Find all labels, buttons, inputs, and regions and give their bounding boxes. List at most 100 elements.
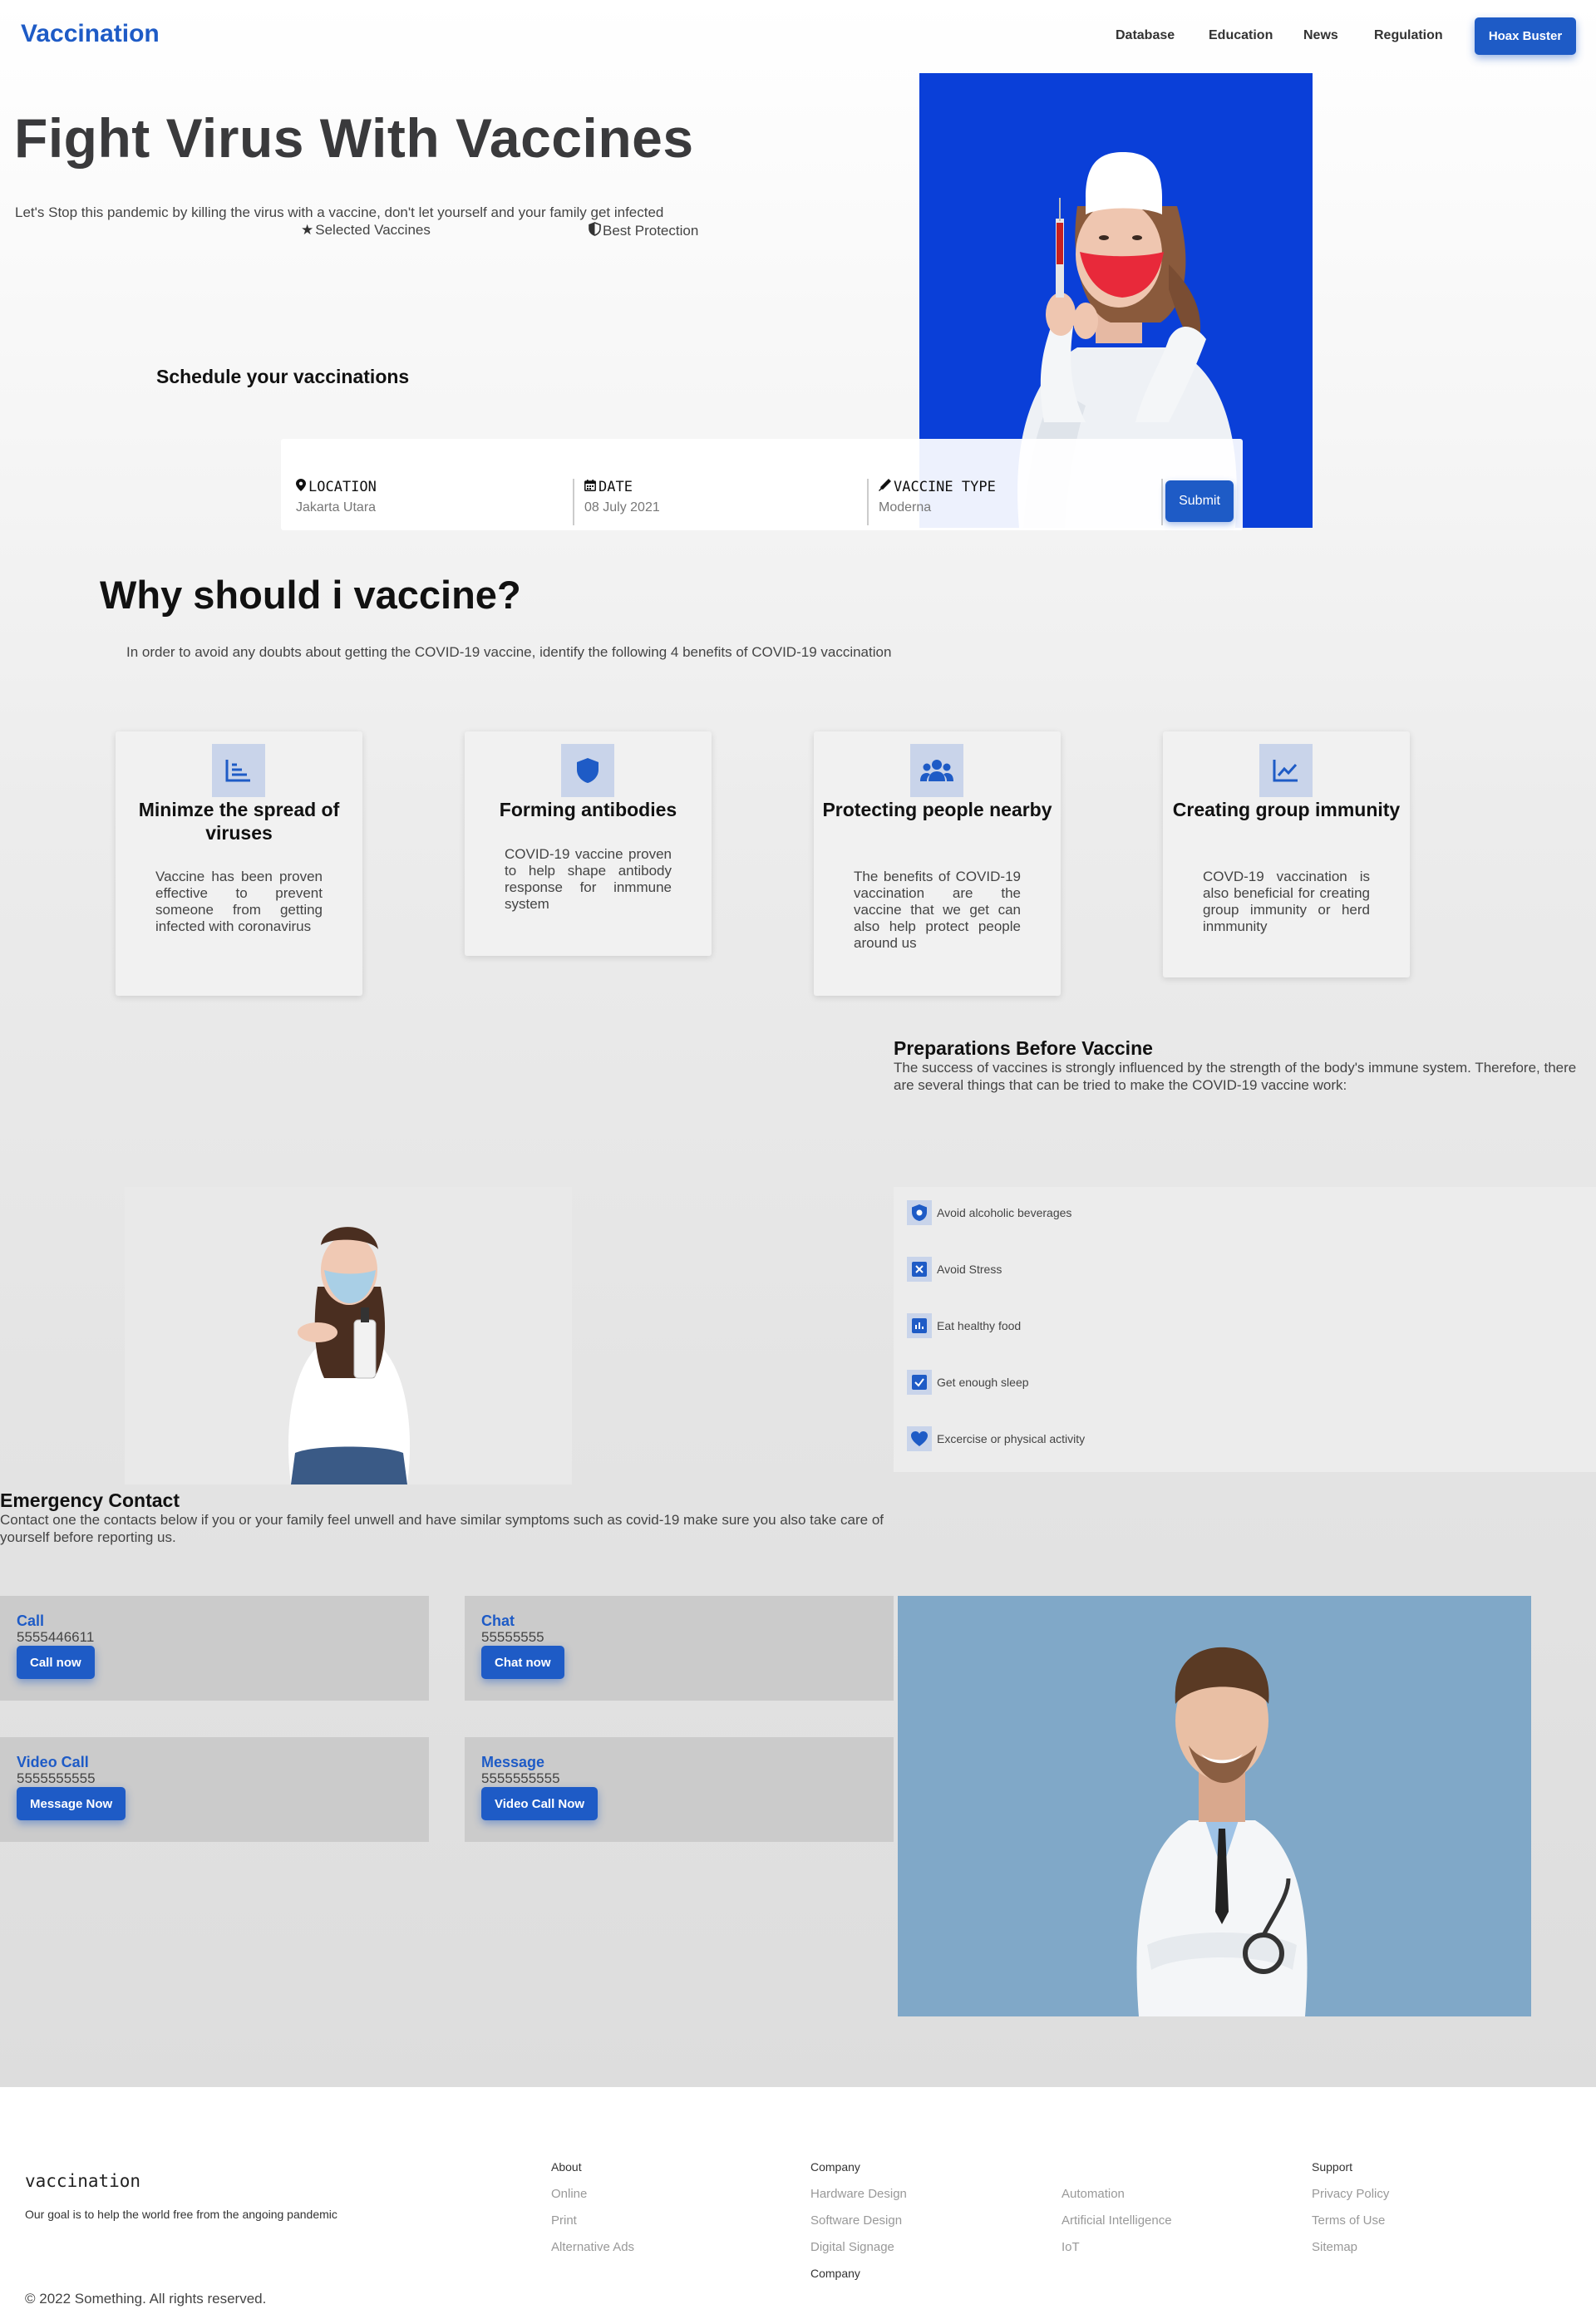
nav-education[interactable]: Education (1209, 28, 1273, 43)
list-item: Excercise or physical activity (907, 1426, 1085, 1451)
contact-card-message: Message 5555555555 Video Call Now (465, 1737, 894, 1842)
prep-item-label: Get enough sleep (937, 1376, 1029, 1389)
contact-card-chat: Chat 55555555 Chat now (465, 1596, 894, 1701)
hero-title: Fight Virus With Vaccines (14, 107, 694, 169)
contact-title: Video Call (17, 1754, 89, 1770)
vaccine-type-field[interactable]: VACCINE TYPE Moderna (870, 479, 1163, 525)
submit-button[interactable]: Submit (1165, 480, 1234, 522)
location-field[interactable]: LOCATION Jakarta Utara (288, 479, 574, 525)
x-box-icon (907, 1257, 932, 1282)
date-value: 08 July 2021 (584, 500, 660, 515)
location-label: LOCATION (308, 479, 377, 495)
footer-support-head: Support (1312, 2160, 1353, 2174)
contact-number: 5555446611 (17, 1629, 95, 1645)
message-now-button[interactable]: Message Now (17, 1787, 126, 1820)
brand-logo[interactable]: Vaccination (21, 20, 160, 48)
contact-number: 5555555555 (481, 1770, 560, 1786)
footer-brand[interactable]: vaccination (25, 2171, 140, 2191)
hoax-buster-button[interactable]: Hoax Buster (1475, 17, 1576, 55)
feature-selected-vaccines: ★ Selected Vaccines (301, 222, 431, 239)
contact-number: 55555555 (481, 1629, 544, 1645)
contact-title: Message (481, 1754, 545, 1770)
benefit-text: The benefits of COVID-19 vaccination are… (854, 869, 1021, 951)
footer: vaccination Our goal is to help the worl… (0, 2128, 1596, 2319)
benefit-title: Forming antibodies (499, 799, 677, 820)
shield-half-icon (589, 222, 601, 240)
list-item: Get enough sleep (907, 1370, 1029, 1395)
footer-link-online[interactable]: Online (551, 2187, 587, 2201)
benefit-card: Creating group immunity COVD-19 vaccinat… (1163, 731, 1410, 977)
footer-link-hardware-design[interactable]: Hardware Design (810, 2187, 907, 2201)
footer-link-terms-of-use[interactable]: Terms of Use (1312, 2213, 1385, 2228)
benefit-title: Creating group immunity (1172, 799, 1401, 820)
prep-item-label: Excercise or physical activity (937, 1432, 1086, 1445)
footer-link-privacy-policy[interactable]: Privacy Policy (1312, 2187, 1389, 2201)
benefit-text: COVID-19 vaccine proven to help shape an… (505, 846, 672, 912)
benefit-card: Minimze the spread of viruses Vaccine ha… (116, 731, 362, 996)
footer-link-software-design[interactable]: Software Design (810, 2213, 902, 2228)
chat-now-button[interactable]: Chat now (481, 1646, 564, 1679)
vaccine-type-value: Moderna (879, 500, 932, 515)
video-call-now-button[interactable]: Video Call Now (481, 1787, 598, 1820)
star-icon: ★ (301, 222, 314, 238)
benefit-title: Minimze the spread of viruses (138, 799, 340, 844)
prep-list: Avoid alcoholic beverages Avoid Stress E… (894, 1187, 1596, 1472)
contact-title: Call (17, 1612, 45, 1629)
prep-item-label: Eat healthy food (937, 1319, 1022, 1332)
footer-link-iot[interactable]: IoT (1062, 2240, 1080, 2254)
heart-icon (907, 1426, 932, 1451)
emergency-title: Emergency Contact (0, 1489, 180, 1511)
calendar-icon (584, 479, 596, 495)
footer-goal: Our goal is to help the world free from … (25, 2208, 337, 2221)
contact-number: 5555555555 (17, 1770, 96, 1786)
why-title: Why should i vaccine? (100, 573, 521, 617)
nav-database[interactable]: Database (1116, 28, 1175, 43)
map-pin-icon (296, 479, 306, 495)
date-field[interactable]: DATE 08 July 2021 (576, 479, 869, 525)
woman-sanitizer-image (125, 1187, 572, 1484)
call-now-button[interactable]: Call now (17, 1646, 95, 1679)
why-subtitle: In order to avoid any doubts about getti… (126, 644, 892, 660)
copyright: © 2022 Something. All rights reserved. (25, 2291, 267, 2307)
nav-regulation[interactable]: Regulation (1374, 28, 1443, 43)
footer-link-sitemap[interactable]: Sitemap (1312, 2240, 1357, 2254)
feature-best-protection: Best Protection (589, 222, 698, 240)
footer-company-extra: Company (810, 2267, 860, 2280)
footer-link-digital-signage[interactable]: Digital Signage (810, 2240, 894, 2254)
footer-link-alternative-ads[interactable]: Alternative Ads (551, 2240, 634, 2254)
doctor-image (898, 1596, 1531, 2016)
footer-link-print[interactable]: Print (551, 2213, 577, 2228)
schedule-title: Schedule your vaccinations (156, 366, 410, 387)
feature-label: Best Protection (603, 223, 699, 239)
shield-icon (561, 744, 614, 797)
prep-title: Preparations Before Vaccine (894, 1037, 1153, 1059)
contact-title: Chat (481, 1612, 515, 1629)
shield-virus-icon (907, 1200, 932, 1225)
prep-item-label: Avoid alcoholic beverages (937, 1206, 1072, 1219)
benefit-title: Protecting people nearby (822, 799, 1052, 820)
benefit-text: Vaccine has been proven effective to pre… (155, 869, 323, 934)
schedule-form: LOCATION Jakarta Utara DATE 08 July 2021… (281, 439, 1243, 530)
nav-news[interactable]: News (1303, 28, 1338, 43)
contact-card-call: Call 5555446611 Call now (0, 1596, 429, 1701)
location-value: Jakarta Utara (296, 500, 377, 515)
prep-text: The success of vaccines is strongly infl… (894, 1060, 1577, 1093)
contact-card-video-call: Video Call 5555555555 Message Now (0, 1737, 429, 1842)
benefit-card: Forming antibodies COVID-19 vaccine prov… (465, 731, 712, 956)
footer-link-ai[interactable]: Artificial Intelligence (1062, 2213, 1172, 2228)
vaccine-type-label: VACCINE TYPE (894, 479, 996, 495)
footer-link-automation[interactable]: Automation (1062, 2187, 1125, 2201)
emergency-text: Contact one the contacts below if you or… (0, 1512, 884, 1545)
list-item: Eat healthy food (907, 1313, 1021, 1338)
line-chart-icon (1259, 744, 1313, 797)
benefit-text: COVD-19 vaccination is also beneficial f… (1203, 869, 1370, 934)
check-box-icon (907, 1370, 932, 1395)
syringe-icon (879, 479, 891, 495)
list-item: Avoid Stress (907, 1257, 1002, 1282)
benefit-card: Protecting people nearby The benefits of… (814, 731, 1061, 996)
bar-chart-icon (907, 1313, 932, 1338)
footer-about-head: About (551, 2160, 582, 2174)
prep-item-label: Avoid Stress (937, 1263, 1002, 1276)
list-item: Avoid alcoholic beverages (907, 1200, 1071, 1225)
stairs-chart-icon (212, 744, 265, 797)
